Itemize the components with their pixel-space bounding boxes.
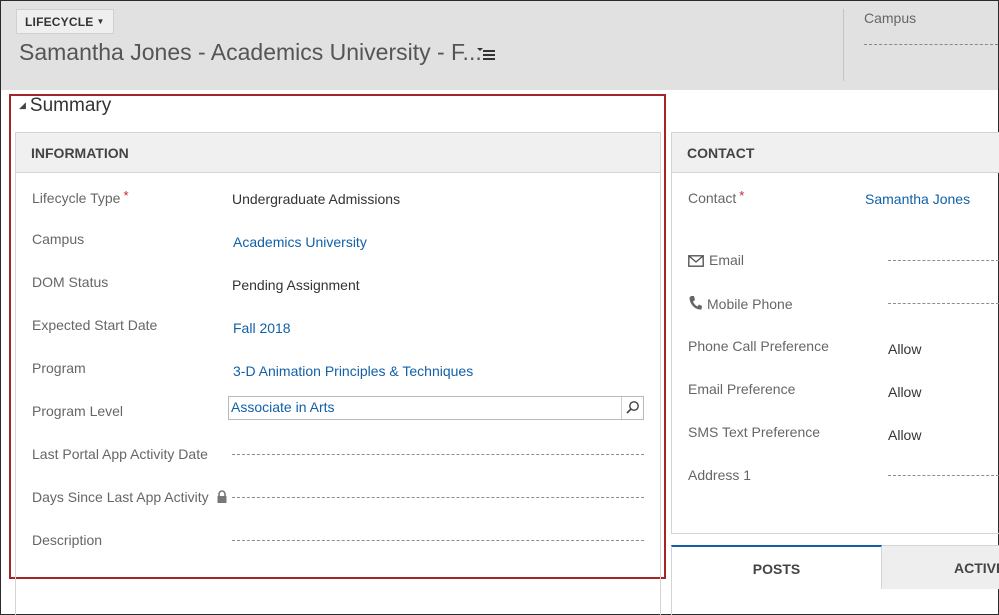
form-selector-label: LIFECYCLE [25,15,94,29]
record-menu-icon[interactable] [477,46,497,62]
information-heading: INFORMATION [16,133,660,173]
days-since-last-app-activity-input [232,497,644,498]
information-panel: INFORMATION Lifecycle Type * Undergraduat… [15,132,661,615]
field-contact: Contact * Samantha Jones [688,188,999,218]
collapse-triangle-icon: ◢ [19,100,26,110]
required-marker: * [123,188,129,203]
lifecycle-type-value[interactable]: Undergraduate Admissions [232,191,400,207]
search-icon [626,401,639,414]
phone-call-preference-value[interactable]: Allow [888,341,921,357]
program-level-lookup[interactable]: Associate in Arts [228,396,644,420]
address-1-input[interactable] [888,475,999,476]
field-description: Description [32,532,645,562]
field-label: Phone Call Preference [688,338,829,354]
record-header: LIFECYCLE ▼ Samantha Jones - Academics Un… [1,1,998,90]
envelope-icon [688,255,704,267]
mobile-phone-input[interactable] [888,303,999,304]
field-program: Program 3-D Animation Principles & Techn… [32,360,645,390]
required-marker: * [739,188,745,203]
field-label: Days Since Last App Activity [32,489,209,505]
field-label: Email [688,252,744,268]
field-label: Description [32,532,103,548]
campus-link[interactable]: Academics University [233,234,367,250]
header-campus-field[interactable] [864,44,998,45]
field-last-portal-app-activity-date: Last Portal App Activity Date [32,446,645,476]
phone-icon [689,296,702,310]
field-label: SMS Text Preference [688,424,821,440]
dom-status-value[interactable]: Pending Assignment [232,277,360,293]
field-label: Expected Start Date [32,317,158,333]
contact-heading: CONTACT [672,133,999,173]
tab-activities[interactable]: ACTIVIT [882,545,999,589]
field-label: Program [32,360,86,376]
social-tabs: POSTS ACTIVIT [671,545,999,589]
field-sms-text-preference: SMS Text Preference Allow [688,424,999,454]
field-lifecycle-type: Lifecycle Type * Undergraduate Admissions [32,188,645,218]
program-link[interactable]: 3-D Animation Principles & Techniques [233,363,473,379]
field-label: DOM Status [32,274,109,290]
field-phone-call-preference: Phone Call Preference Allow [688,338,999,368]
field-dom-status: DOM Status Pending Assignment [32,274,645,304]
field-campus: Campus Academics University [32,231,645,261]
description-input[interactable] [232,540,644,541]
field-label: Program Level [32,403,124,419]
field-email: Email [688,252,999,282]
header-campus-label: Campus [864,10,917,26]
email-preference-value[interactable]: Allow [888,384,921,400]
header-divider [843,9,844,81]
email-input[interactable] [888,260,999,261]
contact-panel: CONTACT Contact * Samantha Jones Email Mo… [671,132,999,534]
tab-panel-border [671,589,672,615]
field-label: Last Portal App Activity Date [32,446,208,462]
last-portal-app-activity-date-input[interactable] [232,454,644,455]
field-program-level: Program Level Associate in Arts [32,396,645,433]
expected-start-date-link[interactable]: Fall 2018 [233,320,291,336]
program-level-value[interactable]: Associate in Arts [231,399,335,415]
chevron-down-icon: ▼ [96,17,105,26]
field-label: Contact * [688,188,745,206]
lookup-search-button[interactable] [621,397,643,419]
summary-title: Summary [29,95,112,116]
field-label: Email Preference [688,381,796,397]
tab-posts[interactable]: POSTS [671,545,882,589]
field-mobile-phone: Mobile Phone [688,295,999,325]
lock-icon [217,490,227,503]
sms-text-preference-value[interactable]: Allow [888,427,921,443]
record-title: Samantha Jones - Academics University - … [19,39,482,65]
field-label: Lifecycle Type * [32,188,129,206]
field-label: Address 1 [688,467,752,483]
field-label: Campus [32,231,85,247]
field-email-preference: Email Preference Allow [688,381,999,411]
field-expected-start-date: Expected Start Date Fall 2018 [32,317,645,347]
field-label: Mobile Phone [688,295,793,312]
field-address-1: Address 1 [688,467,999,497]
summary-section-toggle[interactable]: ◢ Summary [19,95,111,117]
contact-link[interactable]: Samantha Jones [865,191,970,207]
field-days-since-last-app-activity: Days Since Last App Activity [32,489,645,519]
form-selector-button[interactable]: LIFECYCLE ▼ [16,9,114,34]
